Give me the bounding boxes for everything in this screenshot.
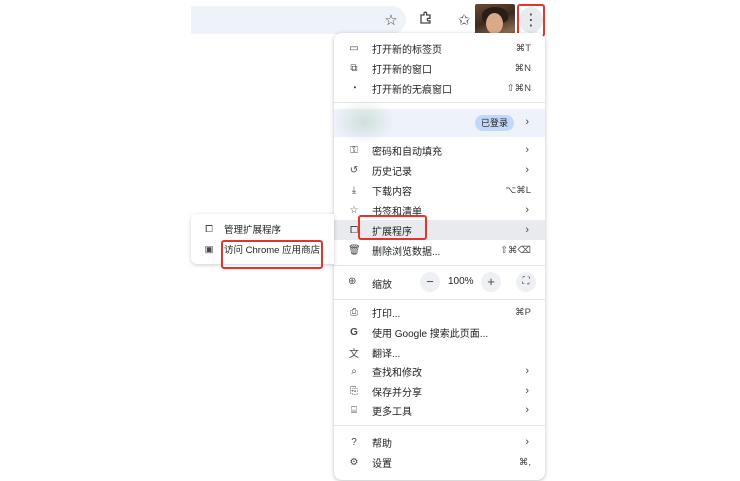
- fullscreen-icon: ⛶: [522, 276, 530, 287]
- menu-item-new-tab[interactable]: ▭ 打开新的标签页 ⌘T: [334, 38, 545, 58]
- menu-item-downloads[interactable]: ⤓ 下载内容 ⌥⌘L: [334, 180, 545, 200]
- submenu-item-web-store[interactable]: ▣ 访问 Chrome 应用商店: [191, 239, 334, 259]
- menu-item-settings[interactable]: ⚙ 设置 ⌘,: [334, 452, 545, 472]
- bookmark-star-icon: ☆: [349, 204, 359, 216]
- toolbox-icon: ⌸: [351, 404, 357, 416]
- history-icon: ↺: [349, 164, 359, 176]
- puzzle-icon: [419, 11, 433, 29]
- web-store-icon: ▣: [204, 243, 214, 255]
- chrome-main-menu: ▭ 打开新的标签页 ⌘T ⧉ 打开新的窗口 ⌘N ◔ 打开新的无痕窗口 ⇧⌘N …: [334, 33, 545, 480]
- chevron-right-icon: ›: [525, 164, 529, 176]
- menu-divider: [334, 265, 545, 266]
- puzzle-icon: ⧠: [205, 223, 213, 235]
- chevron-right-icon: ›: [525, 224, 529, 236]
- menu-item-passwords[interactable]: ⚿ 密码和自动填充 ›: [334, 140, 545, 160]
- help-icon: ?: [351, 436, 357, 448]
- menu-item-save-share[interactable]: ⎘ 保存并分享 ›: [334, 381, 545, 401]
- reading-list-icon: ✩: [457, 12, 471, 29]
- chevron-right-icon: ›: [525, 436, 529, 448]
- zoom-out-button[interactable]: −: [420, 272, 440, 292]
- bookmark-star-button[interactable]: ☆: [379, 8, 403, 32]
- star-icon: ☆: [384, 12, 398, 29]
- extensions-button[interactable]: [414, 8, 438, 32]
- menu-item-google-search[interactable]: G 使用 Google 搜索此页面...: [334, 322, 545, 342]
- menu-item-print[interactable]: ⎙ 打印... ⌘P: [334, 302, 545, 322]
- zoom-icon: ⊕: [348, 276, 357, 287]
- translate-icon: 文: [349, 348, 359, 360]
- menu-item-translate[interactable]: 文 翻译...: [334, 342, 545, 362]
- menu-item-history[interactable]: ↺ 历史记录 ›: [334, 160, 545, 180]
- signed-in-badge: 已登录: [475, 115, 515, 131]
- menu-divider: [334, 299, 545, 300]
- chevron-right-icon: ›: [525, 116, 529, 128]
- find-icon: ⌕: [351, 365, 357, 377]
- new-window-icon: ⧉: [350, 62, 358, 74]
- menu-item-extensions[interactable]: ⧠ 扩展程序 ›: [334, 220, 545, 240]
- blurred-profile-name: [334, 99, 394, 145]
- reading-list-button[interactable]: ✩: [452, 8, 476, 32]
- chevron-right-icon: ›: [525, 144, 529, 156]
- chevron-right-icon: ›: [525, 385, 529, 397]
- zoom-level: 100%: [448, 276, 474, 287]
- new-tab-icon: ▭: [349, 42, 359, 54]
- extensions-submenu: ⧠ 管理扩展程序 ▣ 访问 Chrome 应用商店: [191, 214, 334, 264]
- submenu-item-manage-extensions[interactable]: ⧠ 管理扩展程序: [191, 219, 334, 239]
- incognito-icon: ◔: [350, 82, 358, 94]
- menu-item-help[interactable]: ? 帮助 ›: [334, 432, 545, 452]
- key-icon: ⚿: [350, 144, 358, 156]
- more-vert-icon: ⋮: [523, 12, 539, 29]
- save-share-icon: ⎘: [350, 385, 358, 397]
- menu-item-clear-data[interactable]: 🗑 删除浏览数据... ⇧⌘⌫: [334, 240, 545, 260]
- menu-item-incognito[interactable]: ◔ 打开新的无痕窗口 ⇧⌘N: [334, 78, 545, 98]
- extensions-icon: ⧠: [350, 224, 358, 236]
- chevron-right-icon: ›: [525, 404, 529, 416]
- menu-divider: [334, 425, 545, 426]
- menu-item-bookmarks[interactable]: ☆ 书签和清单 ›: [334, 200, 545, 220]
- gear-icon: ⚙: [349, 456, 359, 468]
- fullscreen-button[interactable]: ⛶: [516, 272, 536, 292]
- google-icon: G: [350, 326, 358, 338]
- print-icon: ⎙: [350, 306, 358, 318]
- address-bar[interactable]: [191, 6, 406, 34]
- menu-item-find-edit[interactable]: ⌕ 查找和修改 ›: [334, 361, 545, 381]
- chrome-menu-button[interactable]: ⋮: [519, 7, 543, 33]
- menu-item-new-window[interactable]: ⧉ 打开新的窗口 ⌘N: [334, 58, 545, 78]
- chevron-right-icon: ›: [525, 365, 529, 377]
- trash-icon: 🗑: [348, 244, 361, 256]
- zoom-in-button[interactable]: +: [481, 272, 501, 292]
- chevron-right-icon: ›: [525, 204, 529, 216]
- zoom-row: ⊕ 缩放 − 100% + ⛶: [334, 270, 545, 294]
- download-icon: ⤓: [351, 184, 357, 196]
- menu-item-more-tools[interactable]: ⌸ 更多工具 ›: [334, 400, 545, 420]
